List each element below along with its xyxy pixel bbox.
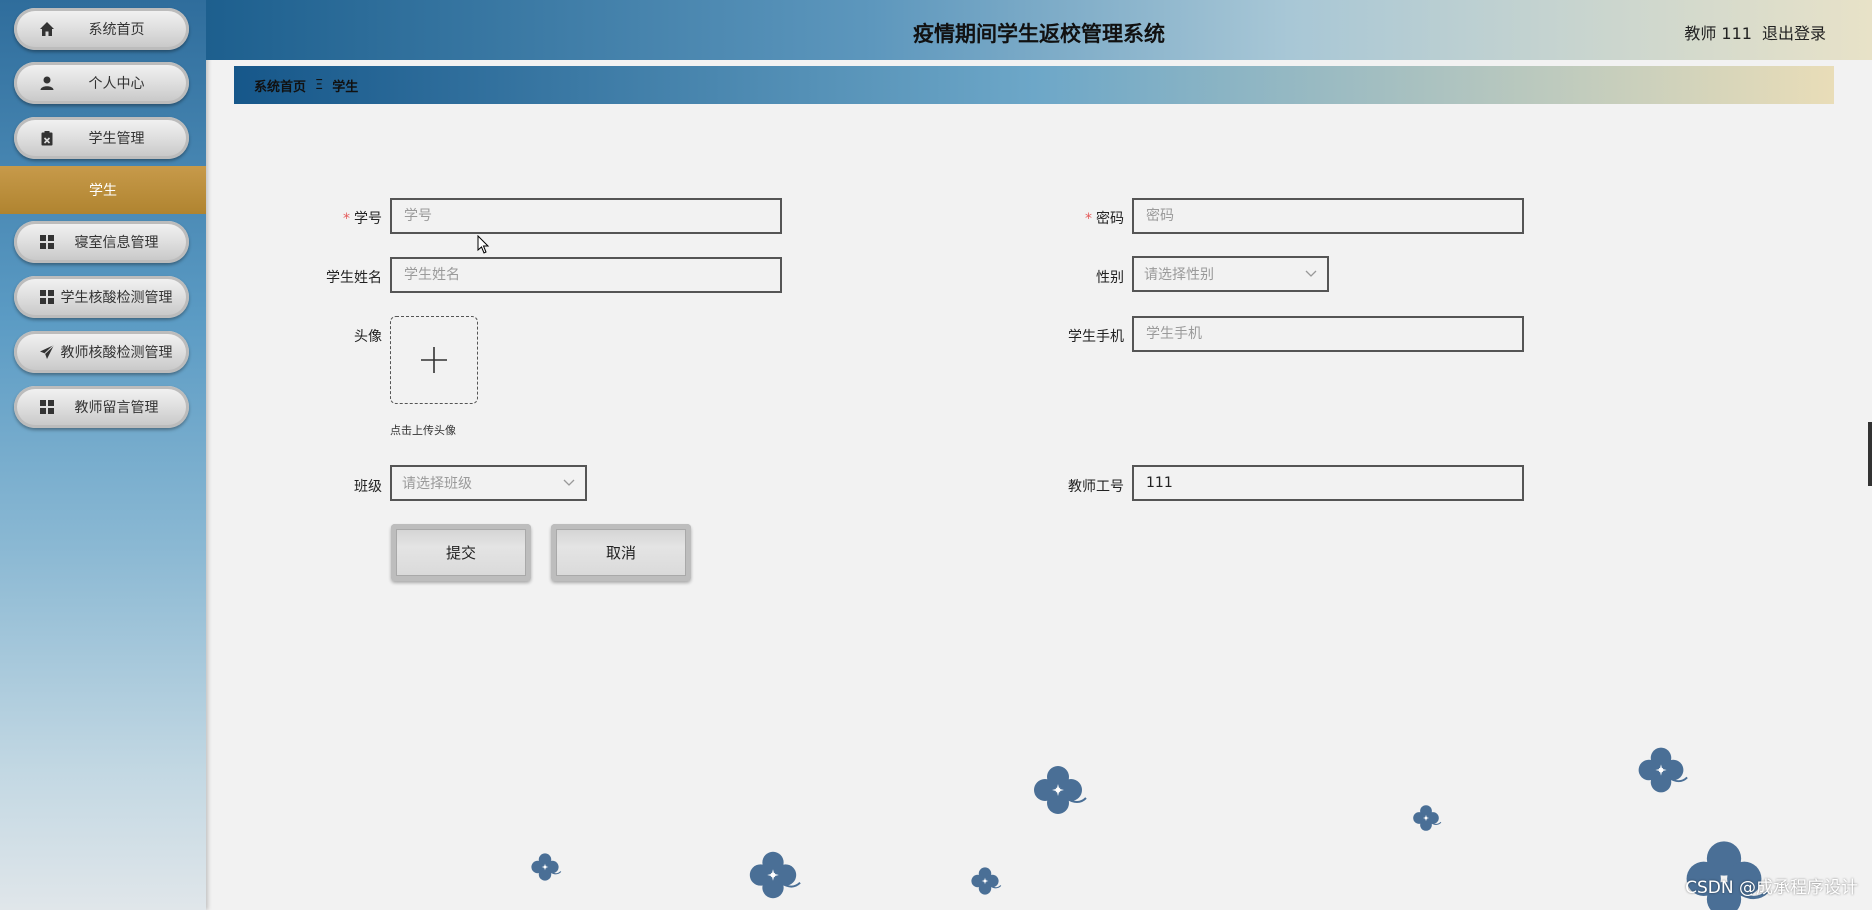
nav-sub-student[interactable]: 学生 [0, 166, 206, 214]
clover-decoration-icon [1413, 805, 1442, 831]
page-title: 疫情期间学生返校管理系统 [913, 22, 1165, 46]
nav-profile[interactable]: 个人中心 [14, 62, 189, 104]
current-user: 教师 111 [1684, 24, 1752, 43]
password-input[interactable] [1132, 198, 1524, 234]
class-select[interactable]: 请选择班级 [390, 465, 587, 501]
cancel-button[interactable]: 取消 [551, 524, 691, 581]
nav-dorm-management-label: 寝室信息管理 [74, 235, 159, 251]
chevron-down-icon [563, 479, 575, 486]
gender-select-placeholder: 请选择性别 [1144, 267, 1214, 283]
nav-student-management[interactable]: 学生管理 [14, 117, 189, 159]
clover-decoration-icon [1034, 766, 1087, 814]
teacher-id-label: 教师工号 [1068, 479, 1124, 495]
password-label: * 密码 [1085, 211, 1124, 227]
required-mark: * [343, 211, 350, 227]
home-icon [36, 18, 58, 40]
send-icon [36, 341, 58, 363]
student-phone-label: 学生手机 [1068, 329, 1124, 345]
student-phone-input[interactable] [1132, 316, 1524, 352]
avatar-upload-hint: 点击上传头像 [390, 424, 456, 437]
nav-message-management-label: 教师留言管理 [74, 400, 159, 416]
sidebar: 系统首页 个人中心 学生管理 学生 寝室信息管理 学生核酸检测管理 教师核酸检测… [0, 0, 206, 910]
nav-home-label: 系统首页 [88, 22, 145, 38]
watermark: CSDN @成承程序设计 [1685, 878, 1858, 898]
user-icon [36, 72, 58, 94]
class-label: 班级 [354, 479, 382, 495]
nav-student-test-management[interactable]: 学生核酸检测管理 [14, 276, 189, 318]
grid-icon [36, 231, 58, 253]
top-header: 疫情期间学生返校管理系统 教师 111 退出登录 [206, 0, 1872, 60]
nav-profile-label: 个人中心 [88, 76, 145, 92]
logout-link[interactable]: 退出登录 [1762, 20, 1826, 44]
nav-teacher-test-management[interactable]: 教师核酸检测管理 [14, 331, 189, 373]
clover-decoration-icon [971, 867, 1002, 895]
breadcrumb-separator: Ξ [315, 77, 324, 93]
mouse-cursor-icon [477, 235, 490, 254]
nav-home[interactable]: 系统首页 [14, 8, 189, 50]
student-id-label: * 学号 [343, 211, 382, 227]
gender-label: 性别 [1096, 270, 1124, 286]
plus-icon [421, 347, 447, 373]
breadcrumb-home[interactable]: 系统首页 [254, 76, 306, 95]
student-id-input[interactable] [390, 198, 782, 234]
clipboard-icon [36, 127, 58, 149]
header-user-area: 教师 111 退出登录 [1684, 20, 1826, 44]
nav-teacher-test-management-label: 教师核酸检测管理 [60, 345, 173, 361]
nav-student-test-management-label: 学生核酸检测管理 [60, 290, 173, 306]
clover-decoration-icon [1638, 747, 1688, 793]
avatar-upload[interactable] [390, 316, 478, 404]
nav-dorm-management[interactable]: 寝室信息管理 [14, 221, 189, 263]
required-mark: * [1085, 211, 1092, 227]
nav-message-management[interactable]: 教师留言管理 [14, 386, 189, 428]
chevron-down-icon [1305, 270, 1317, 277]
scrollbar-thumb[interactable] [1868, 422, 1872, 486]
gender-select[interactable]: 请选择性别 [1132, 256, 1329, 292]
student-name-label: 学生姓名 [326, 270, 382, 286]
avatar-label: 头像 [354, 329, 382, 345]
clover-decoration-icon [531, 853, 562, 881]
grid-icon [36, 286, 58, 308]
teacher-id-input[interactable] [1132, 465, 1524, 501]
grid-icon [36, 396, 58, 418]
nav-student-management-label: 学生管理 [88, 131, 145, 147]
breadcrumb-current: 学生 [332, 79, 359, 95]
class-select-placeholder: 请选择班级 [402, 476, 472, 492]
breadcrumb: 系统首页 Ξ 学生 [234, 66, 1834, 104]
clover-decoration-icon [749, 851, 801, 899]
clover-decoration-icon [1686, 841, 1769, 910]
student-name-input[interactable] [390, 257, 782, 293]
submit-button[interactable]: 提交 [391, 524, 531, 581]
